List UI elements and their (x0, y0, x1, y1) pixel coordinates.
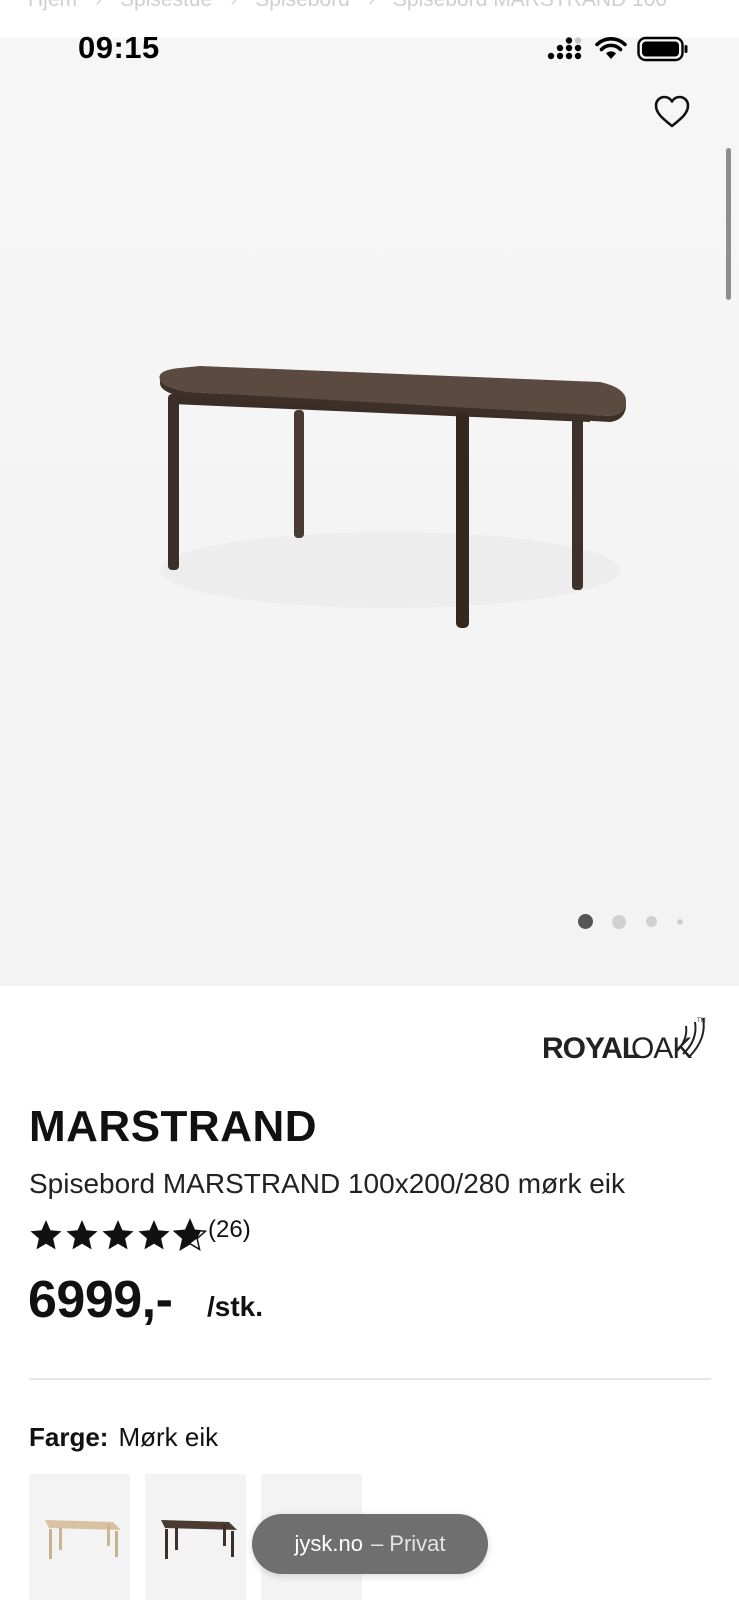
browser-address-pill[interactable]: jysk.no – Privat (252, 1514, 488, 1574)
color-swatch-dark-oak[interactable] (145, 1474, 246, 1600)
gallery-dot[interactable] (646, 916, 657, 927)
color-label: Farge: (29, 1422, 109, 1452)
price-unit: /stk. (207, 1291, 264, 1322)
breadcrumb-item-dining-table[interactable]: Spisebord (255, 0, 350, 12)
favorite-button[interactable] (652, 92, 692, 132)
status-time: 09:15 (78, 30, 160, 65)
color-value: Mørk eik (118, 1422, 219, 1452)
star-half-icon (173, 1218, 207, 1251)
gallery-dot[interactable] (677, 919, 683, 925)
star-icon (30, 1220, 62, 1250)
browser-mode: – Privat (370, 1531, 446, 1556)
divider (29, 1378, 711, 1380)
color-selector-label: Farge: Mørk eik (29, 1422, 218, 1453)
gallery-dot-active[interactable] (578, 914, 593, 929)
gallery-dot[interactable] (612, 915, 626, 929)
rating-stars[interactable] (29, 1218, 207, 1252)
rating-count[interactable]: (26) (208, 1216, 251, 1244)
status-icons (547, 36, 689, 62)
product-image (159, 366, 627, 628)
page-scrollbar[interactable] (726, 148, 731, 300)
chevron-right-icon: › (230, 0, 237, 12)
battery-icon (637, 36, 688, 62)
breadcrumb: Hjem › Spisestue › Spisebord › Spisebord… (28, 0, 667, 12)
product-price: 6999,- (28, 1271, 173, 1329)
breadcrumb-item-dining-room[interactable]: Spisestue (120, 0, 212, 12)
color-swatch-light-oak[interactable] (29, 1474, 130, 1600)
cellular-signal-icon (547, 37, 582, 60)
brand-name-light: OAK (631, 1032, 692, 1065)
heart-icon (654, 95, 690, 128)
star-icon (66, 1220, 98, 1250)
swatch-image (45, 1520, 121, 1559)
chevron-right-icon: › (368, 0, 375, 12)
breadcrumb-item-home[interactable]: Hjem (28, 0, 77, 12)
star-icon (102, 1220, 134, 1250)
product-title: MARSTRAND (29, 1102, 318, 1151)
brand-name-bold: ROYAL (542, 1032, 640, 1065)
wifi-icon (595, 37, 627, 59)
breadcrumb-item-current: Spisebord MARSTRAND 100 (393, 0, 667, 12)
product-subtitle: Spisebord MARSTRAND 100x200/280 mørk eik (29, 1168, 626, 1199)
brand-trademark: TM (697, 1018, 706, 1024)
chevron-right-icon: › (95, 0, 102, 12)
browser-domain: jysk.no (294, 1531, 363, 1556)
star-icon (138, 1220, 170, 1250)
brand-logo[interactable]: ROYAL OAK TM (540, 1014, 710, 1066)
swatch-image (161, 1520, 237, 1559)
